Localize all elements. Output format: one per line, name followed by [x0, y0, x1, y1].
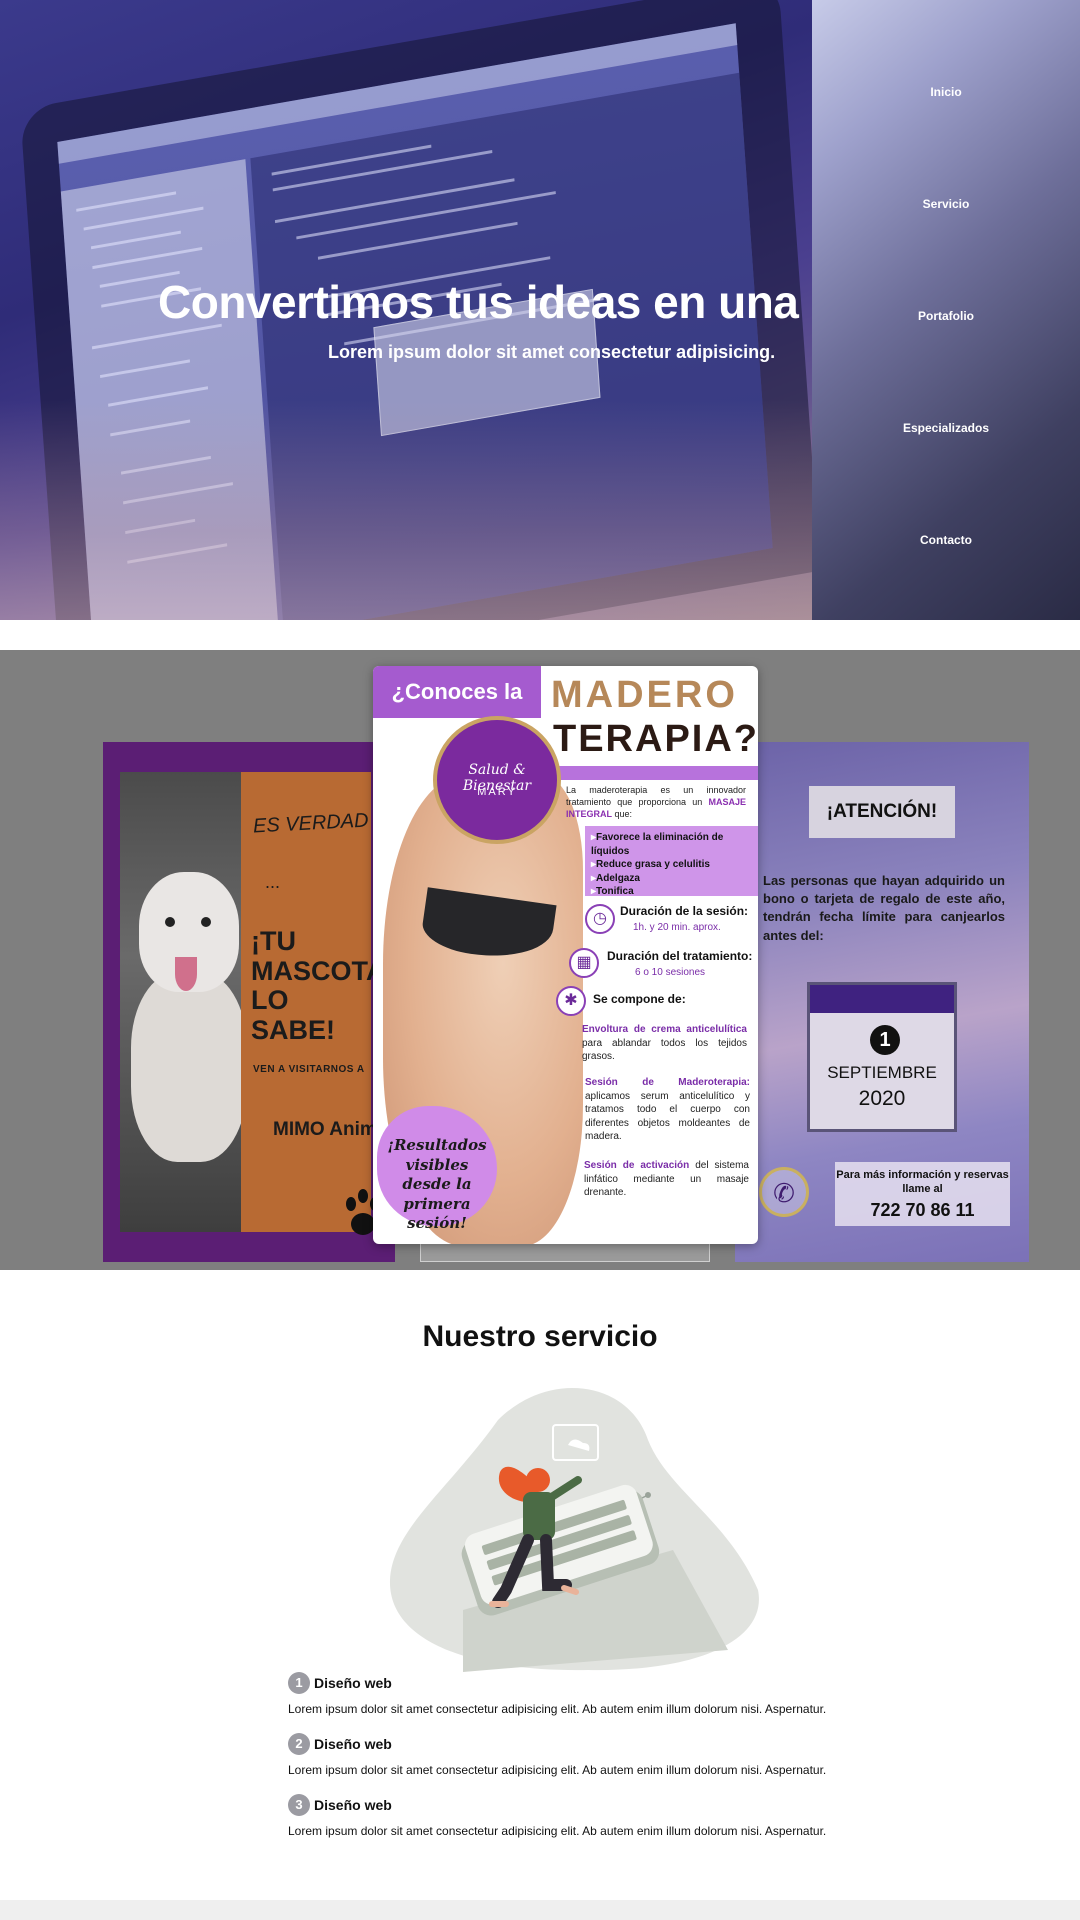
benefit-item: Reduce grasa y celulitis: [591, 858, 752, 872]
phone-icon: ✆: [759, 1167, 809, 1217]
purple-divider: [541, 766, 758, 780]
footer-strip: [0, 1900, 1080, 1920]
session-duration-value: 1h. y 20 min. aprox.: [633, 922, 721, 933]
nav-item-especializados[interactable]: Especializados: [812, 421, 1080, 435]
dog-card-headline: ¡TU MASCOTA LO SABE!: [251, 926, 385, 1046]
desk-surface: [0, 400, 812, 620]
hero-subtitle: Lorem ipsum dolor sit amet consectetur a…: [328, 342, 776, 362]
attention-badge: ¡ATENCIÓN!: [809, 786, 955, 838]
composed-of-label: Se compone de:: [593, 992, 686, 1006]
calendar-graphic: 1 SEPTIEMBRE 2020: [807, 982, 957, 1132]
logo-line2: MARY: [477, 786, 517, 798]
dog-body: [131, 972, 247, 1162]
service-label: Diseño web: [314, 1675, 392, 1691]
attention-body: Las personas que hayan adquirido un bono…: [763, 873, 1005, 943]
services-title: Nuestro servicio: [422, 1320, 658, 1353]
main-card-header-left: ¿Conoces la: [373, 666, 541, 718]
calendar-icon: ▦: [569, 948, 599, 978]
results-text: ¡Resultados visibles desde la primera se…: [387, 1136, 487, 1232]
calendar-year: 2020: [858, 1087, 906, 1110]
nav-item-servicio[interactable]: Servicio: [812, 197, 1080, 211]
portfolio-carousel: ES VERDAD Y ... ¡TU MASCOTA LO SABE! VEN…: [0, 650, 1080, 1270]
hero-title: Convertimos tus ideas en una rea: [158, 276, 812, 328]
service-label: Diseño web: [314, 1736, 392, 1752]
intro-text: La maderoterapia es un innovador tratami…: [566, 785, 746, 820]
main-card-header-madero: MADERO: [551, 674, 738, 716]
treatment-duration-value: 6 o 10 sesiones: [635, 967, 706, 978]
phone-box: Para más información y reservas llame al…: [835, 1162, 1010, 1226]
service-description: Lorem ipsum dolor sit amet consectetur a…: [288, 1702, 827, 1716]
nav-item-portafolio[interactable]: Portafolio: [812, 309, 1080, 323]
brand-logo: Salud & Bienestar MARY: [433, 716, 561, 844]
portfolio-card-maderoterapia[interactable]: ¿Conoces la MADERO TERAPIA? Salud & Bien…: [373, 666, 758, 1244]
treatment-duration-label: Duración del tratamiento:: [607, 949, 753, 963]
service-description: Lorem ipsum dolor sit amet consectetur a…: [288, 1763, 827, 1777]
phone-label: Para más información y reservas llame al: [836, 1169, 1009, 1196]
session-duration-label: Duración de la sesión:: [620, 904, 749, 918]
main-card-header-terapia: TERAPIA?: [553, 718, 758, 760]
service-number-badge: 3: [288, 1794, 310, 1816]
service-number-badge: 1: [288, 1672, 310, 1694]
benefit-item: Adelgaza: [591, 872, 752, 886]
nav-item-contacto[interactable]: Contacto: [812, 533, 1080, 547]
portfolio-card-atencion[interactable]: ¡ATENCIÓN! Las personas que hayan adquir…: [735, 742, 1029, 1262]
benefit-item: Favorece la eliminación de líquidos: [591, 831, 752, 858]
calendar-day: 1: [870, 1025, 900, 1055]
dog-card-line4: VEN A VISITARNOS A: [253, 1064, 365, 1075]
calendar-month: SEPTIEMBRE: [827, 1063, 937, 1082]
portfolio-card-mascota[interactable]: ES VERDAD Y ... ¡TU MASCOTA LO SABE! VEN…: [103, 742, 395, 1262]
step-2: Sesión de Maderoterapia: aplicamos serum…: [585, 1077, 750, 1142]
puzzle-icon: ✱: [556, 986, 586, 1016]
dog-card-line2: ...: [265, 872, 281, 892]
dog-tongue: [175, 957, 197, 991]
calendar-top-bar: [810, 985, 954, 1013]
phone-number: 722 70 86 11: [870, 1200, 975, 1220]
service-item: 1 Diseño web Lorem ipsum dolor sit amet …: [288, 1672, 888, 1716]
hero-banner: Convertimos tus ideas en una rea Lorem i…: [0, 0, 812, 620]
service-item: 2 Diseño web Lorem ipsum dolor sit amet …: [288, 1733, 888, 1777]
service-item: 3 Diseño web Lorem ipsum dolor sit amet …: [288, 1794, 888, 1838]
step-1: Envoltura de crema anticelulítica para a…: [582, 1024, 747, 1062]
step-3: Sesión de activación del sistema linfáti…: [584, 1160, 749, 1198]
service-illustration: [389, 1387, 759, 1672]
nav-item-inicio[interactable]: Inicio: [812, 85, 1080, 99]
service-number-badge: 2: [288, 1733, 310, 1755]
benefits-list: Favorece la eliminación de líquidos Redu…: [585, 826, 758, 899]
side-navigation: Inicio Servicio Portafolio Especializado…: [812, 0, 1080, 620]
benefit-item: Tonifica: [591, 885, 752, 899]
clock-icon: ◷: [585, 904, 615, 934]
service-description: Lorem ipsum dolor sit amet consectetur a…: [288, 1824, 827, 1838]
service-label: Diseño web: [314, 1797, 392, 1813]
